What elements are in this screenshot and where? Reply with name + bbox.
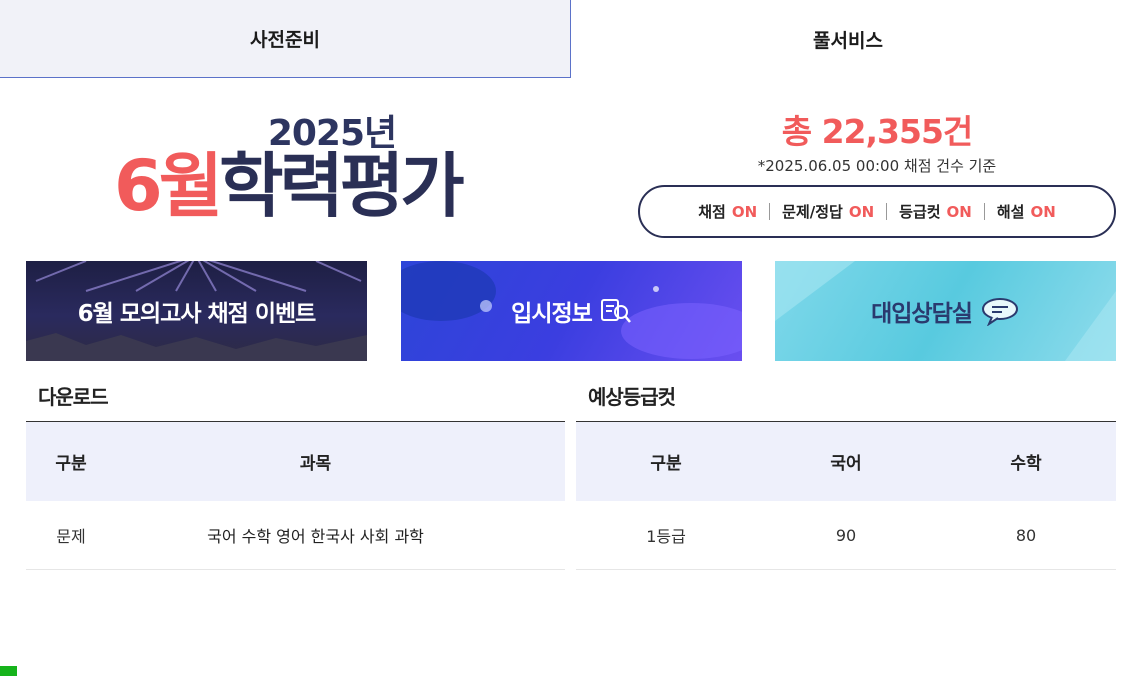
- total-count: 총 22,355건: [781, 112, 974, 151]
- tab-bar: 사전준비 풀서비스: [0, 0, 1125, 78]
- status-explanation: 해설 ON: [997, 201, 1056, 222]
- count-basis-note: *2025.06.05 00:00 채점 건수 기준: [757, 157, 997, 175]
- status-value: ON: [731, 202, 758, 221]
- banner-label: 대입상담실: [871, 301, 973, 327]
- header-category: 구분: [55, 454, 87, 474]
- service-status-pill: 채점 ON 문제/정답 ON 등급컷 ON 해설 ON: [638, 185, 1116, 238]
- search-document-icon: [600, 297, 632, 325]
- tab-preparation[interactable]: 사전준비: [0, 0, 571, 78]
- subject-download-links[interactable]: 국어 수학 영어 한국사 사회 과학: [116, 523, 565, 547]
- chat-bubble-icon: [980, 296, 1020, 326]
- download-table: 구분 과목 문제 국어 수학 영어 한국사 사회 과학: [26, 421, 565, 570]
- status-gradecut: 등급컷 ON: [899, 201, 972, 222]
- status-label: 문제/정답: [782, 203, 843, 221]
- hero-title: 6월학력평가: [114, 140, 465, 232]
- row-grade: 1등급: [646, 527, 686, 546]
- status-value: ON: [946, 202, 972, 221]
- banner-counseling-room[interactable]: 대입상담실: [775, 261, 1116, 361]
- gradecut-table: 구분 국어 수학 1등급 90 80: [576, 421, 1116, 570]
- banner-admission-info[interactable]: 입시정보: [401, 261, 742, 361]
- row-korean-cut: 90: [835, 525, 857, 545]
- row-category: 문제: [56, 527, 86, 546]
- divider: [769, 203, 771, 220]
- banner-mock-exam-event[interactable]: 6월 모의고사 채점 이벤트: [26, 261, 367, 361]
- header-math: 수학: [1010, 454, 1042, 474]
- header-category: 구분: [650, 454, 682, 474]
- status-grading: 채점 ON: [698, 201, 757, 222]
- divider: [886, 203, 888, 220]
- hero-month: 6월: [114, 145, 223, 227]
- header-korean: 국어: [830, 454, 862, 474]
- status-label: 채점: [698, 203, 726, 221]
- table-header: 구분 과목: [26, 422, 565, 501]
- gradecut-section-title: 예상등급컷: [588, 385, 676, 409]
- scroll-indicator: [0, 666, 17, 676]
- header-subject: 과목: [299, 454, 332, 474]
- status-value: ON: [848, 202, 875, 221]
- status-answers: 문제/정답 ON: [782, 201, 874, 222]
- banner-label: 입시정보: [511, 301, 593, 327]
- table-row: 문제 국어 수학 영어 한국사 사회 과학: [26, 501, 565, 570]
- table-header: 구분 국어 수학: [576, 422, 1116, 501]
- status-label: 등급컷: [899, 203, 941, 221]
- hero-exam-name: 학력평가: [219, 145, 465, 227]
- divider: [983, 203, 985, 220]
- banner-label: 6월 모의고사 채점 이벤트: [77, 301, 317, 327]
- row-math-cut: 80: [1015, 525, 1037, 545]
- status-label: 해설: [996, 203, 1025, 221]
- status-value: ON: [1030, 202, 1056, 221]
- table-row: 1등급 90 80: [576, 501, 1116, 570]
- download-section-title: 다운로드: [38, 385, 109, 409]
- tab-full-service[interactable]: 풀서비스: [571, 0, 1125, 78]
